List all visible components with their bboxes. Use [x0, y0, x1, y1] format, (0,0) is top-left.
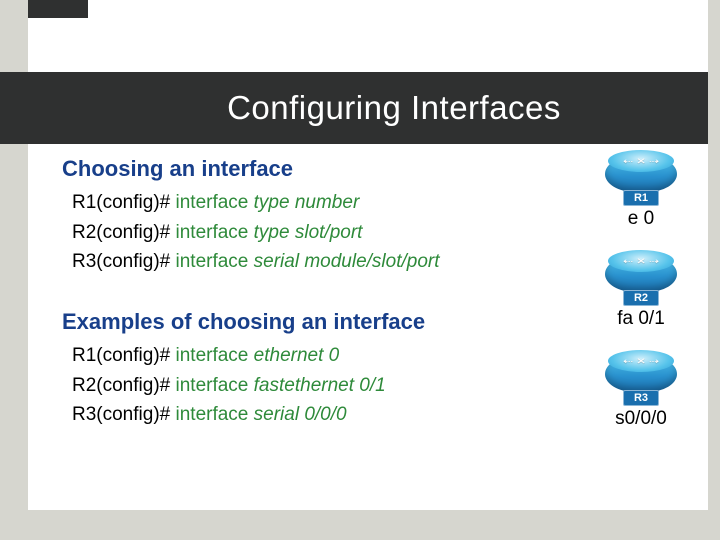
- argument-text: type number: [254, 192, 360, 213]
- arrow-icon: ✕: [636, 157, 646, 165]
- argument-text: serial module/slot/port: [254, 251, 440, 272]
- keyword-text: interface: [176, 222, 254, 243]
- keyword-text: interface: [176, 345, 254, 366]
- interface-label: e 0: [628, 208, 654, 230]
- title-bar: Configuring Interfaces: [0, 72, 708, 144]
- prompt-text: R3(config)#: [72, 404, 176, 425]
- router-block-r3: ⇠ ✕ ⇢ R3 s0/0/0: [605, 348, 677, 430]
- router-block-r1: ⇠ ✕ ⇢ R1 e 0: [605, 148, 677, 230]
- interface-label: fa 0/1: [617, 308, 665, 330]
- router-icon: ⇠ ✕ ⇢ R3: [605, 348, 677, 406]
- router-name: R1: [634, 192, 648, 204]
- prompt-text: R3(config)#: [72, 251, 176, 272]
- keyword-text: interface: [176, 375, 254, 396]
- arrow-icon: ✕: [636, 257, 646, 265]
- keyword-text: interface: [176, 192, 254, 213]
- router-name: R2: [634, 292, 648, 304]
- slide-frame: Configuring Interfaces Choosing an inter…: [28, 0, 708, 510]
- prompt-text: R1(config)#: [72, 345, 176, 366]
- arrow-icon: ⇢: [649, 157, 659, 165]
- router-icon: ⇠ ✕ ⇢ R2: [605, 248, 677, 306]
- slide-title: Configuring Interfaces: [227, 89, 561, 127]
- router-name-badge: R1: [623, 190, 659, 206]
- router-name-badge: R3: [623, 390, 659, 406]
- interface-label: s0/0/0: [615, 408, 667, 430]
- arrow-icon: ✕: [636, 357, 646, 365]
- router-name-badge: R2: [623, 290, 659, 306]
- router-column: ⇠ ✕ ⇢ R1 e 0 ⇠ ✕ ⇢ R2: [586, 148, 696, 430]
- prompt-text: R2(config)#: [72, 222, 176, 243]
- arrow-icon: ⇢: [649, 257, 659, 265]
- arrow-icon: ⇠: [623, 157, 633, 165]
- decorative-top-bar: [28, 0, 88, 18]
- arrow-icon: ⇢: [649, 357, 659, 365]
- argument-text: fastethernet 0/1: [254, 375, 386, 396]
- prompt-text: R2(config)#: [72, 375, 176, 396]
- arrow-icon: ⇠: [623, 357, 633, 365]
- router-icon: ⇠ ✕ ⇢ R1: [605, 148, 677, 206]
- keyword-text: interface: [176, 404, 254, 425]
- argument-text: serial 0/0/0: [254, 404, 347, 425]
- router-block-r2: ⇠ ✕ ⇢ R2 fa 0/1: [605, 248, 677, 330]
- argument-text: type slot/port: [254, 222, 363, 243]
- prompt-text: R1(config)#: [72, 192, 176, 213]
- keyword-text: interface: [176, 251, 254, 272]
- router-name: R3: [634, 392, 648, 404]
- argument-text: ethernet 0: [254, 345, 340, 366]
- arrow-icon: ⇠: [623, 257, 633, 265]
